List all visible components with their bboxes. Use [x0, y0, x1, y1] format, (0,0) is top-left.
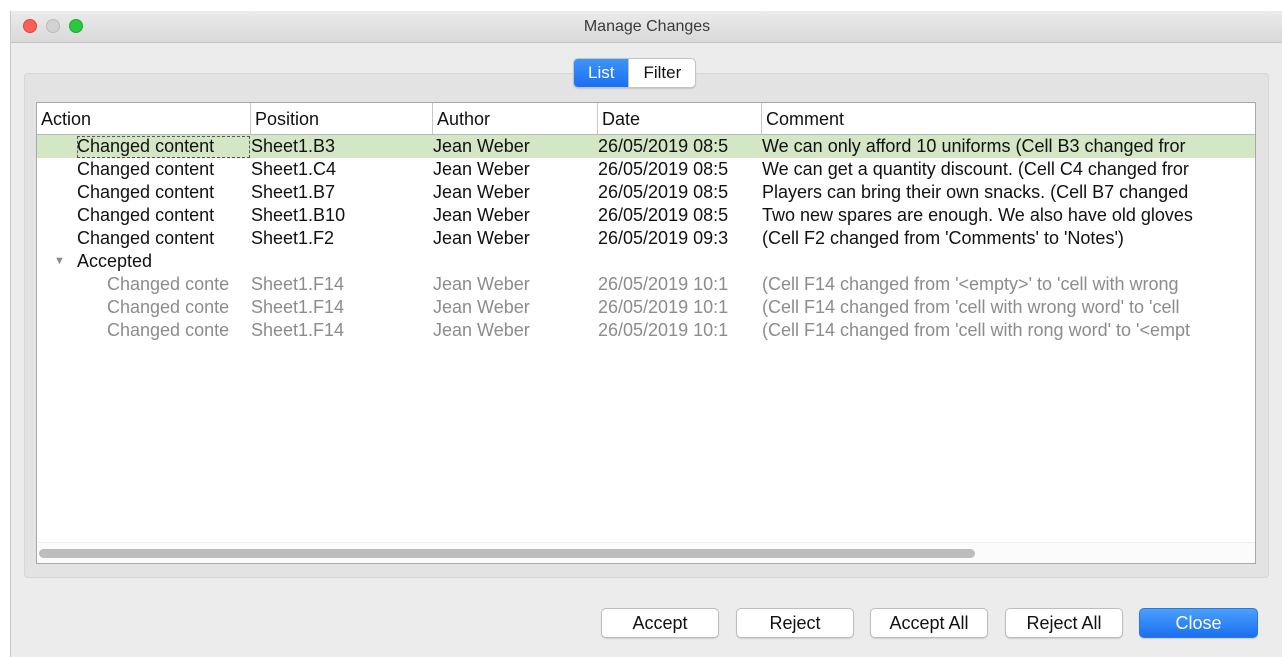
horizontal-scrollbar[interactable] [37, 542, 1255, 563]
table-row[interactable]: Changed content Sheet1.B10 Jean Weber 26… [37, 204, 1255, 227]
cell-author: Jean Weber [433, 297, 530, 317]
cell-comment: Two new spares are enough. We also have … [762, 205, 1193, 225]
reject-button[interactable]: Reject [736, 608, 854, 638]
accepted-group-row[interactable]: ▼ Accepted [37, 250, 1255, 273]
cell-action: Changed content [77, 159, 215, 179]
window-title: Manage Changes [583, 18, 711, 35]
group-label: Accepted [77, 251, 153, 271]
cell-action: Changed conte [107, 274, 230, 294]
table-row[interactable]: Changed content Sheet1.F2 Jean Weber 26/… [37, 227, 1255, 250]
accept-all-button[interactable]: Accept All [870, 608, 988, 638]
cell-comment: We can get a quantity discount. (Cell C4… [762, 159, 1189, 179]
table-row[interactable]: Changed conte Sheet1.F14 Jean Weber 26/0… [37, 273, 1255, 296]
cell-date: 26/05/2019 08:5 [598, 205, 729, 225]
tab-list[interactable]: List [574, 59, 629, 87]
cell-comment: (Cell F14 changed from 'cell with wrong … [762, 297, 1180, 317]
cell-author: Jean Weber [433, 136, 530, 156]
table-row[interactable]: Changed conte Sheet1.F14 Jean Weber 26/0… [37, 296, 1255, 319]
cell-position: Sheet1.B7 [251, 182, 336, 202]
cell-action: Changed content [77, 228, 215, 248]
cell-comment: (Cell F14 changed from 'cell with rong w… [762, 320, 1191, 340]
cell-date: 26/05/2019 08:5 [598, 159, 729, 179]
cell-date: 26/05/2019 10:1 [598, 274, 729, 294]
accept-button[interactable]: Accept [601, 608, 719, 638]
cell-author: Jean Weber [433, 182, 530, 202]
cell-date: 26/05/2019 09:3 [598, 228, 729, 248]
cell-comment: (Cell F2 changed from 'Comments' to 'Not… [762, 228, 1124, 248]
changes-list[interactable]: Action Position Author Date Comment Chan… [36, 102, 1256, 564]
cell-position: Sheet1.F2 [251, 228, 335, 248]
table-row[interactable]: Changed content Sheet1.B3 Jean Weber 26/… [37, 135, 1255, 158]
column-header-author[interactable]: Author [433, 103, 598, 134]
table-row[interactable]: Changed conte Sheet1.F14 Jean Weber 26/0… [37, 319, 1255, 342]
cell-comment: We can only afford 10 uniforms (Cell B3 … [762, 136, 1186, 156]
cell-position: Sheet1.C4 [251, 159, 337, 179]
cell-position: Sheet1.F14 [251, 274, 345, 294]
cell-position: Sheet1.F14 [251, 320, 345, 340]
cell-author: Jean Weber [433, 159, 530, 179]
cell-position: Sheet1.B10 [251, 205, 346, 225]
cell-author: Jean Weber [433, 320, 530, 340]
cell-position: Sheet1.F14 [251, 297, 345, 317]
cell-action: Changed content [77, 136, 250, 158]
list-header: Action Position Author Date Comment [37, 103, 1255, 135]
cell-position: Sheet1.B3 [251, 136, 336, 156]
cell-action: Changed content [77, 182, 215, 202]
view-tabs: List Filter [573, 58, 697, 88]
column-header-action[interactable]: Action [37, 103, 251, 134]
cell-author: Jean Weber [433, 228, 530, 248]
cell-author: Jean Weber [433, 205, 530, 225]
table-row[interactable]: Changed content Sheet1.C4 Jean Weber 26/… [37, 158, 1255, 181]
column-header-comment[interactable]: Comment [762, 103, 1255, 134]
column-header-position[interactable]: Position [251, 103, 433, 134]
cell-comment: Players can bring their own snacks. (Cel… [762, 182, 1189, 202]
tab-filter[interactable]: Filter [628, 59, 695, 87]
cell-date: 26/05/2019 08:5 [598, 182, 729, 202]
cell-date: 26/05/2019 10:1 [598, 297, 729, 317]
column-header-date[interactable]: Date [598, 103, 762, 134]
cell-action: Changed content [77, 205, 215, 225]
cell-comment: (Cell F14 changed from '<empty>' to 'cel… [762, 274, 1179, 294]
table-row[interactable]: Changed content Sheet1.B7 Jean Weber 26/… [37, 181, 1255, 204]
close-button[interactable]: Close [1139, 608, 1258, 638]
disclosure-triangle-down-icon[interactable]: ▼ [54, 255, 65, 267]
cell-action: Changed conte [107, 297, 230, 317]
cell-action: Changed conte [107, 320, 230, 340]
reject-all-button[interactable]: Reject All [1005, 608, 1123, 638]
title-bar: Manage Changes [11, 11, 1282, 43]
manage-changes-dialog: Manage Changes List Filter Action Positi… [10, 11, 1282, 657]
scrollbar-thumb[interactable] [39, 549, 975, 558]
cell-author: Jean Weber [433, 274, 530, 294]
cell-date: 26/05/2019 10:1 [598, 320, 729, 340]
cell-date: 26/05/2019 08:5 [598, 136, 729, 156]
